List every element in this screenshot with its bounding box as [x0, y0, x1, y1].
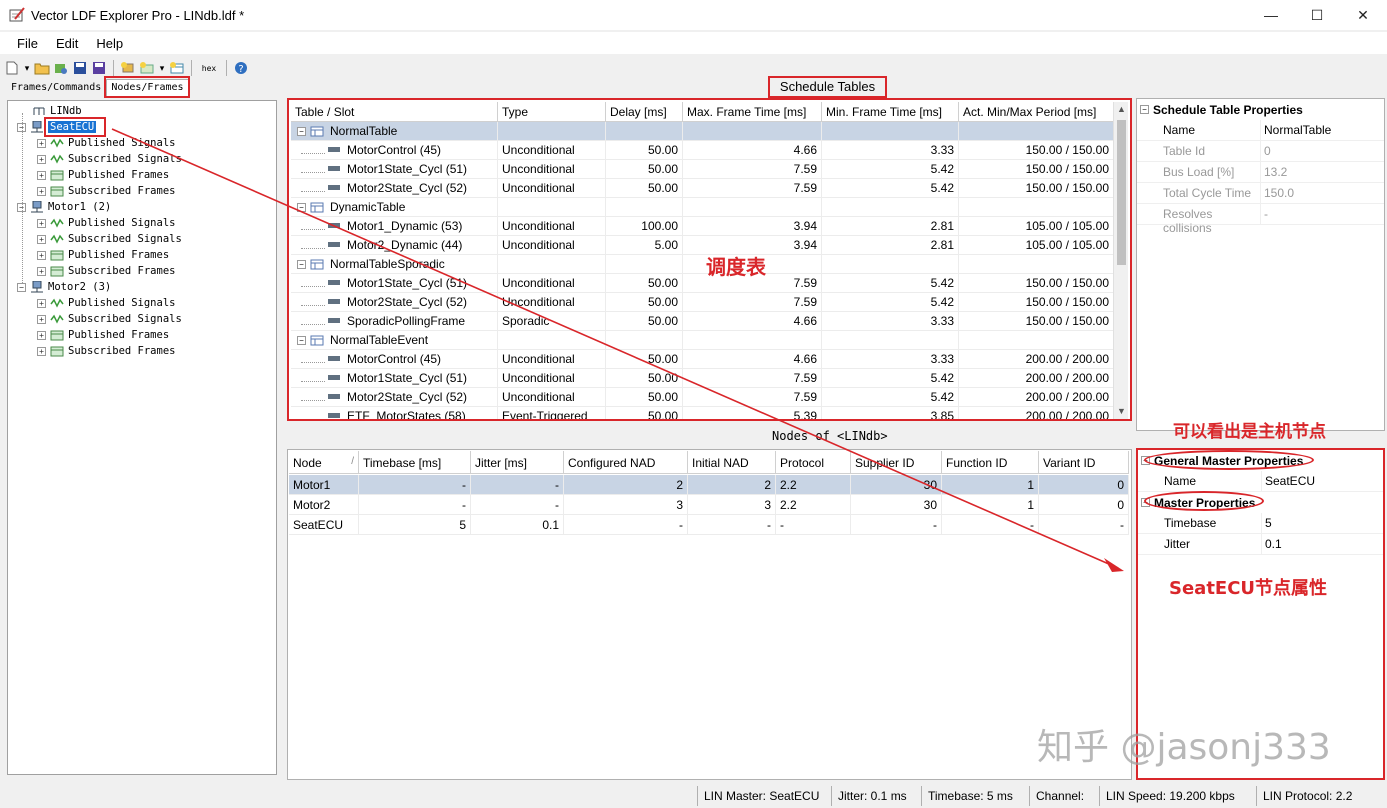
annotation-arrow — [111, 128, 1124, 572]
watermark: 知乎 @jasonj333 — [1037, 727, 1331, 768]
